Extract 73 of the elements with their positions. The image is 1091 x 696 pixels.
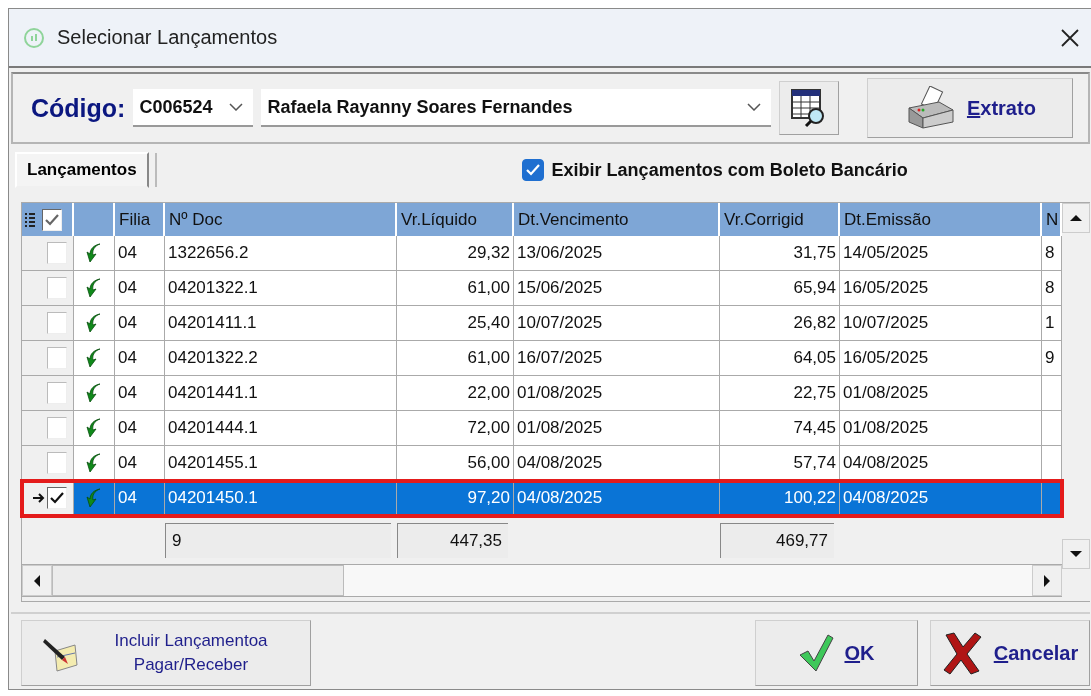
- highlighted-row[interactable]: 04 04201450.1 97,20 04/08/2025 100,22 04/08/2025: [22, 481, 1062, 516]
- column-header[interactable]: Vr.Líquido: [397, 203, 514, 236]
- table-row[interactable]: 04 04201411.1 25,40 10/07/2025 26,82 10/07/2025 1: [22, 306, 1062, 341]
- checkmark-icon: [798, 633, 835, 673]
- row-checkbox[interactable]: [47, 277, 67, 299]
- incluir-button[interactable]: Incluir Lançamentoa Pagar/Receber: [21, 620, 311, 686]
- window-title: Selecionar Lançamentos: [57, 26, 279, 49]
- column-header[interactable]: Vr.Corrigid: [720, 203, 840, 236]
- x-mark-icon: [941, 631, 984, 675]
- curved-arrow-icon: [86, 383, 102, 403]
- close-icon[interactable]: [1060, 27, 1080, 48]
- count-total: 9: [165, 522, 391, 558]
- column-header[interactable]: Dt.Vencimento: [514, 203, 720, 236]
- check-icon: [50, 492, 64, 504]
- list-icon[interactable]: [24, 211, 36, 228]
- scroll-right-button[interactable]: [1032, 565, 1062, 596]
- checkbox[interactable]: [521, 159, 544, 181]
- row-checkbox[interactable]: [47, 312, 67, 334]
- name-dropdown[interactable]: Rafaela Rayanny Soares Fernandes: [261, 89, 772, 127]
- table-cell: 100,22: [720, 481, 840, 516]
- check-icon: [45, 213, 59, 226]
- curved-arrow-icon: [86, 243, 102, 263]
- table-row[interactable]: 04 04201322.1 61,00 15/06/2025 65,94 16/05/2025 8: [22, 271, 1062, 306]
- row-checkbox[interactable]: [47, 452, 67, 474]
- column-header[interactable]: Nº Doc: [165, 203, 397, 236]
- row-checkbox[interactable]: [47, 487, 67, 509]
- row-checkbox[interactable]: [47, 382, 67, 404]
- net-value-total: 447,35: [397, 522, 508, 558]
- grid-search-button[interactable]: [779, 81, 840, 135]
- code-label: Código:: [31, 93, 126, 123]
- table-cell: 04/08/2025: [840, 481, 1042, 516]
- curved-arrow-icon: [86, 313, 102, 333]
- table-row[interactable]: 04 1322656.2 29,32 13/06/2025 31,75 14/05/2025 8: [22, 236, 1062, 271]
- curved-arrow-icon: [86, 348, 102, 368]
- scroll-down-button[interactable]: [1062, 539, 1090, 569]
- table-cell: 97,20: [397, 481, 514, 516]
- curved-arrow-icon: [86, 488, 102, 508]
- curved-arrow-icon: [86, 418, 102, 438]
- chevron-down-icon: [747, 103, 762, 111]
- chevron-down-icon: [229, 103, 244, 111]
- table-row[interactable]: 04 04201444.1 72,00 01/08/2025 74,45 01/08/2025: [22, 411, 1062, 446]
- table-cell: 04201450.1: [165, 481, 397, 516]
- row-checkbox[interactable]: [47, 417, 67, 439]
- row-checkbox[interactable]: [47, 242, 67, 264]
- corrected-value-total: 469,77: [720, 522, 834, 558]
- column-header[interactable]: Dt.Emissão: [840, 203, 1042, 236]
- right-triangle-icon: [1043, 574, 1051, 587]
- code-dropdown[interactable]: C006524: [133, 89, 254, 127]
- curved-arrow-icon: [86, 278, 102, 298]
- ok-button[interactable]: OK: [755, 620, 918, 686]
- table-row[interactable]: 04 04201441.1 22,00 01/08/2025 22,75 01/08/2025: [22, 376, 1062, 411]
- down-triangle-icon: [1070, 550, 1082, 558]
- curved-arrow-icon: [86, 453, 102, 473]
- scrollbar-thumb[interactable]: [52, 565, 344, 596]
- select-all-checkbox[interactable]: [42, 208, 62, 231]
- table-row[interactable]: 04 04201322.2 61,00 16/07/2025 64,05 16/05/2025 9: [22, 341, 1062, 376]
- scroll-left-button[interactable]: [22, 565, 52, 596]
- check-icon: [525, 164, 540, 176]
- column-header[interactable]: Filia: [115, 203, 165, 236]
- cancel-button[interactable]: Cancelar: [930, 620, 1090, 686]
- app-icon: [23, 26, 45, 49]
- left-triangle-icon: [33, 574, 41, 587]
- current-row-arrow-icon: [33, 492, 45, 504]
- column-header[interactable]: N: [1042, 203, 1062, 236]
- tab[interactable]: Lançamentos: [15, 152, 149, 188]
- table-cell: 04: [115, 481, 165, 516]
- row-checkbox[interactable]: [47, 347, 67, 369]
- extrato-button[interactable]: Extrato: [867, 78, 1074, 138]
- up-triangle-icon: [1070, 214, 1082, 222]
- table-cell: 04/08/2025: [514, 481, 720, 516]
- table-row[interactable]: 04 04201455.1 56,00 04/08/2025 57,74 04/08/2025: [22, 446, 1062, 481]
- checkbox-label: Exibir Lançamentos com Boleto Bancário: [551, 159, 908, 181]
- scroll-up-button[interactable]: [1062, 203, 1090, 233]
